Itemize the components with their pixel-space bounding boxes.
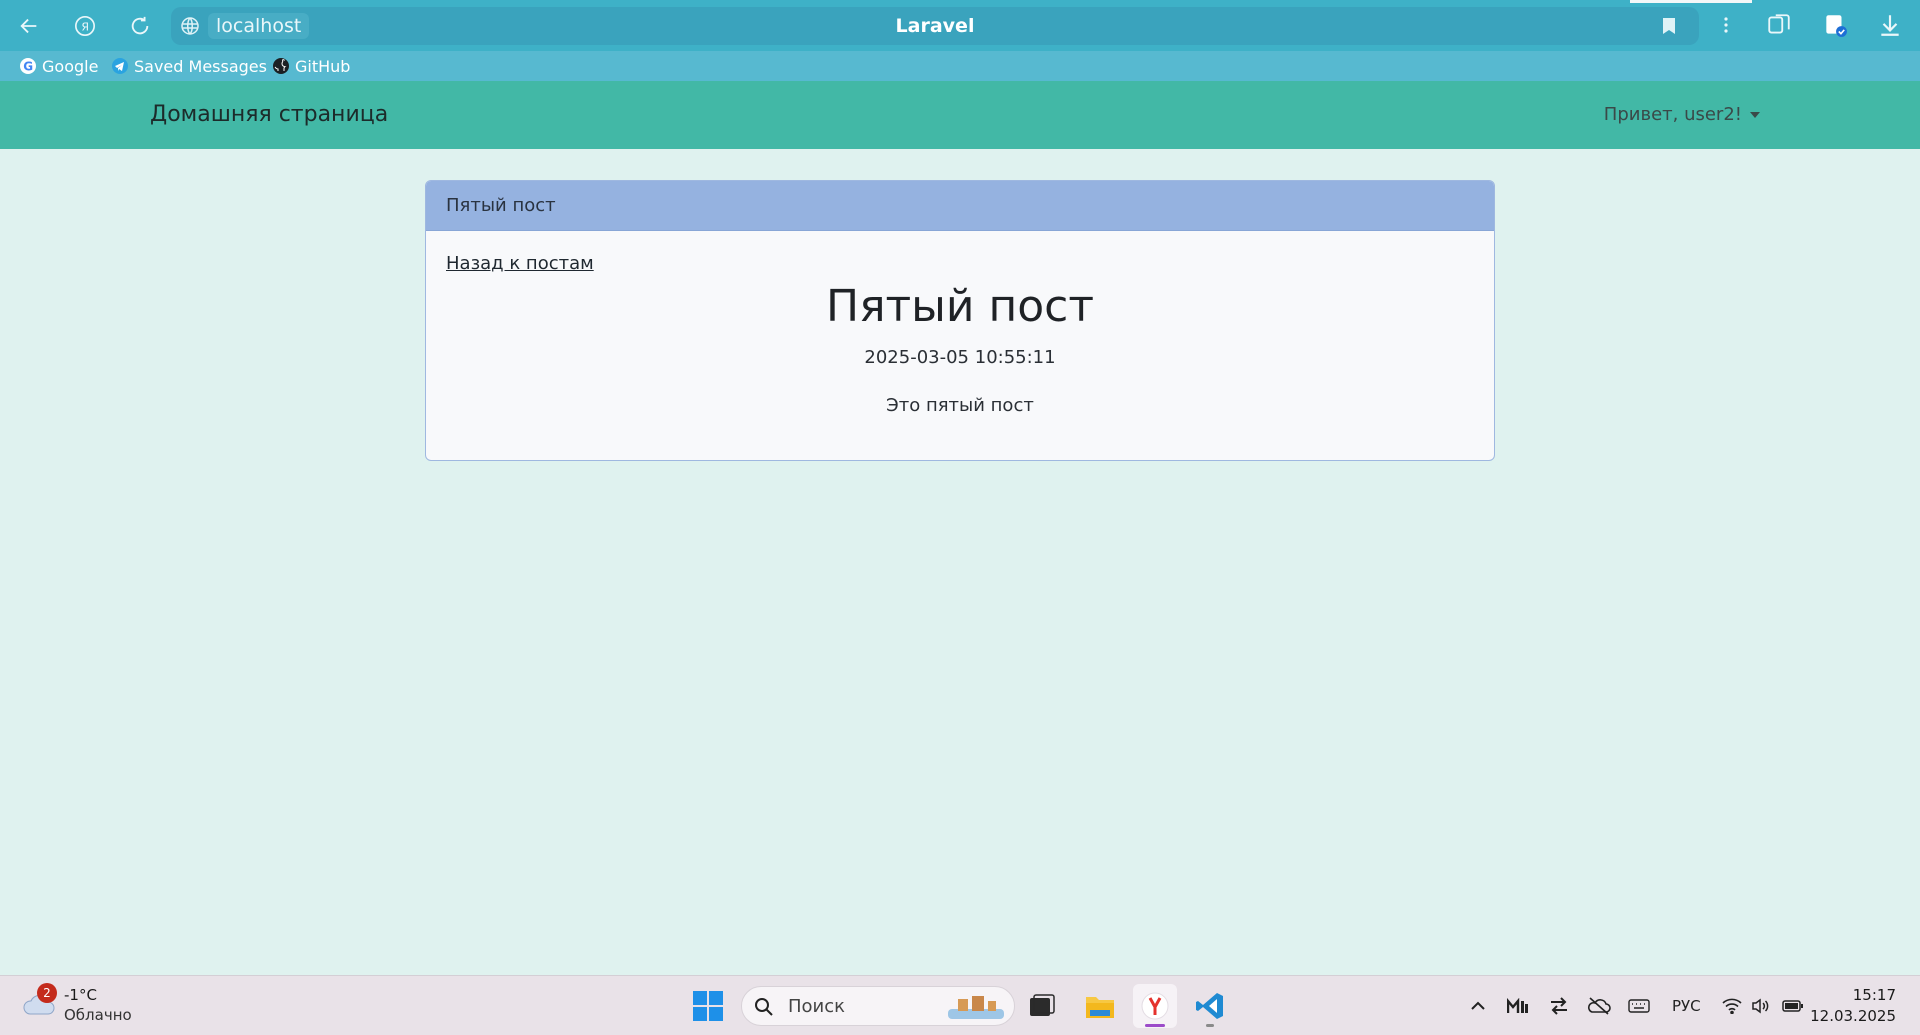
windows-start-icon[interactable] [692,990,724,1022]
task-view-icon [1030,994,1055,1016]
volume-icon[interactable] [1749,994,1773,1018]
search-icon [755,998,773,1016]
post-body: Это пятый пост [886,395,1034,416]
svg-text:Я: Я [81,21,89,34]
onedrive-offline-icon[interactable] [1587,994,1611,1018]
card-header: Пятый пост [426,181,1494,231]
post-title: Пятый пост [825,281,1095,332]
vscode-app[interactable] [1188,984,1232,1028]
more-menu-icon[interactable] [1713,12,1739,38]
navbar-brand[interactable]: Домашняя страница [150,81,388,149]
browser-toolbar: Я localhost Laravel [0,0,1920,51]
reload-icon[interactable] [124,10,156,42]
chevron-up-icon[interactable] [1466,994,1490,1018]
file-explorer-app[interactable] [1078,984,1122,1028]
google-icon: G [19,57,37,75]
taskbar: 2 -1°C Облачно Поиск РУС 15:17 12.03.202… [0,975,1920,1035]
taskbar-search[interactable]: Поиск [741,986,1015,1026]
weather-condition: Облачно [64,1006,132,1024]
github-icon [272,57,290,75]
notification-badge: 2 [37,983,57,1003]
back-to-posts-link[interactable]: Назад к постам [446,253,594,274]
media-app-icon[interactable] [1506,994,1530,1018]
yandex-browser-icon [1141,992,1169,1020]
post-card: Пятый пост Назад к постам Пятый пост 202… [425,180,1495,461]
clock-time: 15:17 [1852,986,1896,1004]
wifi-icon[interactable] [1720,994,1744,1018]
bookmark-google[interactable]: G Google [19,55,98,77]
weather-temperature: -1°C [64,986,97,1004]
site-navbar: Домашняя страница Привет, user2! [0,81,1920,149]
extension-icon[interactable] [1822,12,1848,38]
search-placeholder: Поиск [788,996,846,1017]
clock-date: 12.03.2025 [1810,1007,1896,1025]
sync-arrows-icon[interactable] [1547,994,1571,1018]
download-icon[interactable] [1877,12,1903,38]
user-greeting: Привет, user2! [1603,104,1742,125]
folder-icon [1086,997,1114,1018]
back-arrow-icon[interactable] [13,10,45,42]
caret-down-icon [1750,112,1760,118]
system-clock[interactable]: 15:17 12.03.2025 [1810,985,1896,1027]
active-app-indicator [1145,1024,1165,1027]
search-highlight-icon [948,996,1004,1019]
svg-text:G: G [23,60,33,74]
post-date: 2025-03-05 10:55:11 [864,347,1056,368]
bookmark-icon[interactable] [1661,17,1677,35]
collections-icon[interactable] [1766,12,1792,38]
vscode-icon [1196,993,1223,1019]
page-title: Laravel [895,15,975,37]
bookmark-github[interactable]: GitHub [272,55,350,77]
address-bar[interactable]: localhost Laravel [171,7,1699,45]
running-app-indicator [1206,1024,1214,1027]
bookmark-label: Google [42,56,99,76]
user-dropdown[interactable]: Привет, user2! [1604,81,1760,149]
bookmark-label: Saved Messages [134,56,267,76]
battery-icon[interactable] [1781,994,1805,1018]
telegram-icon [111,57,129,75]
bookmarks-bar: G Google Saved Messages GitHub [0,51,1920,81]
keyboard-icon[interactable] [1627,994,1651,1018]
bookmark-saved-messages[interactable]: Saved Messages [111,55,267,77]
yandex-browser-app[interactable] [1133,984,1177,1028]
input-language[interactable]: РУС [1672,976,1701,1035]
bookmark-label: GitHub [295,56,351,76]
yandex-logo-icon[interactable]: Я [69,10,101,42]
task-view-app[interactable] [1020,984,1064,1028]
